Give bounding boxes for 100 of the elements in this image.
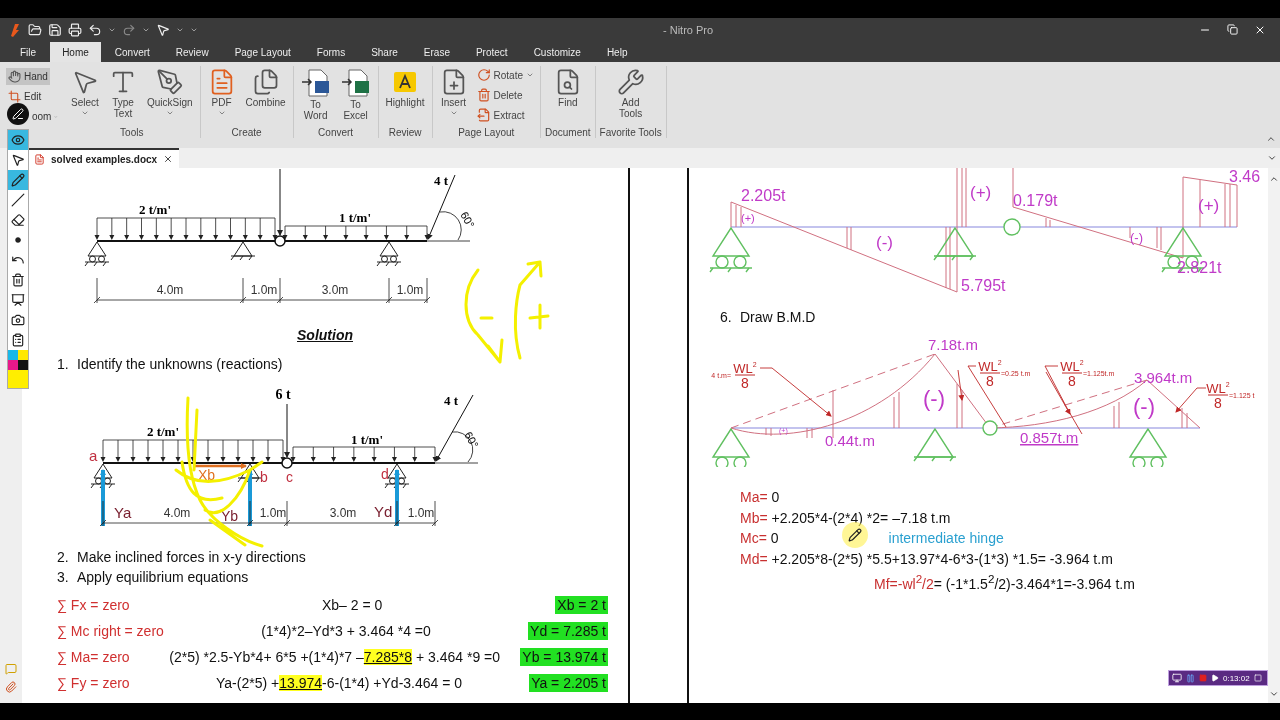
hinge-icon [274,235,286,247]
inclined-load-arrow [427,174,456,240]
sign-label: (-) [876,233,893,252]
angle-label: 60° [458,209,477,230]
annotation-tool-button[interactable] [7,130,28,150]
menu-tab[interactable]: Customize [521,42,593,62]
equation-result: Ya = 2.205 t [529,674,608,692]
annotation-tool-button[interactable] [7,170,28,190]
moment-label: Mf=-wl$^{2}$/2 [874,571,934,594]
wrench-icon [616,68,645,96]
ribbon-button[interactable]: Type Text [106,66,140,121]
close-icon[interactable] [1254,24,1266,36]
ribbon-button[interactable]: Select [68,66,102,119]
menu-tab[interactable]: Erase [411,42,462,62]
collapse-ribbon-icon[interactable] [1266,134,1276,144]
pointer-icon[interactable] [156,23,170,37]
reaction-arrow [394,469,400,526]
load-label: 1 t/m' [350,432,384,447]
sign-label: (+) [741,212,755,224]
formula-denominator: 8 [1068,373,1076,389]
document-tab[interactable]: solved examples.docx [28,148,180,168]
open-icon[interactable] [28,23,42,37]
caret-icon [108,26,116,34]
mode-button[interactable]: Hand [6,68,50,85]
menu-tab[interactable]: Share [359,42,410,62]
step-number: 1. [57,355,69,374]
menu-tab[interactable]: Review [163,42,221,62]
ribbon-button[interactable]: Delete [474,86,536,104]
redo-icon[interactable] [122,23,136,37]
caret-icon [142,26,150,34]
monitor-icon[interactable] [1172,673,1182,683]
node-label: d [381,466,389,482]
shear-value-label: 5.795t [961,277,1006,294]
menu-tab[interactable]: Help [594,42,640,62]
point-load-arrow [284,403,290,458]
app-logo-icon[interactable] [8,22,22,38]
load-label: 4 t [443,393,459,408]
crop-icon [8,90,21,103]
group-title: Favorite Tools [599,127,662,138]
equation-label: ∑ Mc right = zero [57,623,164,639]
moment-label: Mc= [740,529,767,548]
section-heading: Solution [297,326,353,344]
hinge-drawing [982,420,998,436]
dimension-label: 1.0m [396,283,424,297]
ribbon-button[interactable]: Rotate [474,66,536,84]
color-palette-icon[interactable] [7,350,28,388]
window-icon[interactable] [1253,674,1262,682]
menu-tab[interactable]: Forms [304,42,358,62]
print-icon[interactable] [68,23,82,37]
load-label: 2 t/m' [146,424,180,439]
tab-list-icon[interactable] [1267,153,1277,163]
group-title: Convert [318,127,354,138]
ribbon-button[interactable]: Combine [242,66,289,110]
line-icon [10,193,25,207]
reaction-label: Yd [374,503,393,520]
undo-icon[interactable] [88,23,102,37]
step-number: 3. [57,568,69,587]
pause-icon[interactable] [1186,673,1195,683]
play-icon[interactable] [1211,674,1219,682]
trash-icon [10,273,25,287]
ribbon-button[interactable]: QuickSign [144,66,196,119]
restore-icon[interactable] [1227,24,1238,35]
menu-tab[interactable]: Convert [102,42,162,62]
horizontal-reaction-arrow [195,463,247,469]
mode-button[interactable]: oom [30,108,60,125]
ribbon-button[interactable]: PDF [204,66,239,119]
menu-tab[interactable]: Page Layout [222,42,303,62]
roller-support-drawing [1128,427,1168,467]
node-label: c [286,469,293,485]
caret-icon [526,71,534,79]
shear-value-label: 0.179t [1013,192,1058,209]
hinge-icon [281,457,293,469]
clipboard-icon [10,333,25,347]
caret-icon [217,109,226,117]
menu-tab[interactable]: File [8,42,49,62]
equation-result: Yb = 13.974 t [520,648,608,666]
ribbon-button[interactable]: Add Tools [613,66,648,121]
attachment-icon[interactable] [5,681,17,693]
dimension-label: 1.0m [259,506,287,520]
ribbon-button[interactable]: Find [550,66,585,110]
ribbon-button[interactable]: To Word [297,66,334,123]
ribbon-button[interactable]: To Excel [337,66,374,123]
equation-result: Xb = 2 t [555,596,608,614]
step-text: Apply equilibrium equations [77,568,249,587]
ribbon-button[interactable]: Insert [436,66,471,119]
sign-label: (-) [923,386,945,411]
formula-numerator: WL$^{2}$ [1206,381,1230,396]
save-icon[interactable] [48,23,62,37]
close-icon[interactable] [163,154,174,164]
menu-tab[interactable]: Home [50,42,101,62]
ribbon-button[interactable]: Extract [474,106,536,124]
shear-value-label: 3.46 [1229,168,1261,185]
menu-tab[interactable]: Protect [463,42,520,62]
scroll-up-icon[interactable] [1269,174,1279,184]
ribbon-button[interactable]: Highlight [382,66,428,110]
moment-expression: = (-1*1.5$^{2}$/2)-3.464*1=-3.964 t.m [933,571,1135,594]
scroll-down-icon[interactable] [1269,689,1279,699]
dimension-label: 4.0m [163,506,191,520]
pin-support-drawing [237,463,263,483]
pen-icon [11,108,24,120]
